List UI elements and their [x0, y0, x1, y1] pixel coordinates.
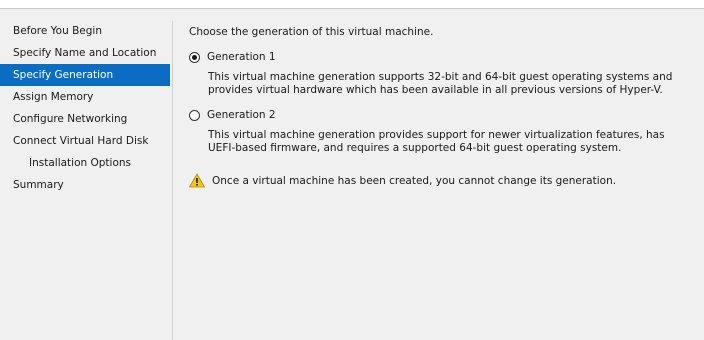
wizard-content: Before You Begin Specify Name and Locati…	[0, 9, 704, 340]
generation-2-label[interactable]: Generation 2	[207, 109, 276, 121]
page-intro: Choose the generation of this virtual ma…	[189, 26, 434, 38]
generation-warning: Once a virtual machine has been created,…	[189, 173, 616, 188]
nav-item-configure-networking[interactable]: Configure Networking	[0, 108, 170, 130]
nav-item-connect-virtual-hard-disk[interactable]: Connect Virtual Hard Disk	[0, 130, 170, 152]
nav-item-specify-name-and-location[interactable]: Specify Name and Location	[0, 42, 170, 64]
generation-1-description: This virtual machine generation supports…	[208, 71, 673, 96]
generation-1-radio[interactable]	[189, 51, 200, 63]
warning-text: Once a virtual machine has been created,…	[212, 174, 617, 187]
generation-2-radio[interactable]	[189, 109, 200, 121]
nav-item-assign-memory[interactable]: Assign Memory	[0, 86, 170, 108]
nav-item-installation-options[interactable]: Installation Options	[0, 152, 170, 174]
nav-divider	[172, 21, 173, 340]
warning-icon	[189, 173, 205, 188]
generation-2-description: This virtual machine generation provides…	[208, 129, 665, 154]
dialog-header-edge	[0, 0, 704, 9]
nav-item-before-you-begin[interactable]: Before You Begin	[0, 20, 170, 42]
generation-1-radio-option[interactable]: Generation 1	[189, 49, 276, 65]
nav-item-summary[interactable]: Summary	[0, 174, 170, 196]
wizard-step-nav: Before You Begin Specify Name and Locati…	[0, 20, 172, 196]
generation-2-radio-option[interactable]: Generation 2	[189, 107, 276, 123]
nav-item-specify-generation[interactable]: Specify Generation	[0, 64, 170, 86]
generation-1-label[interactable]: Generation 1	[207, 51, 276, 63]
